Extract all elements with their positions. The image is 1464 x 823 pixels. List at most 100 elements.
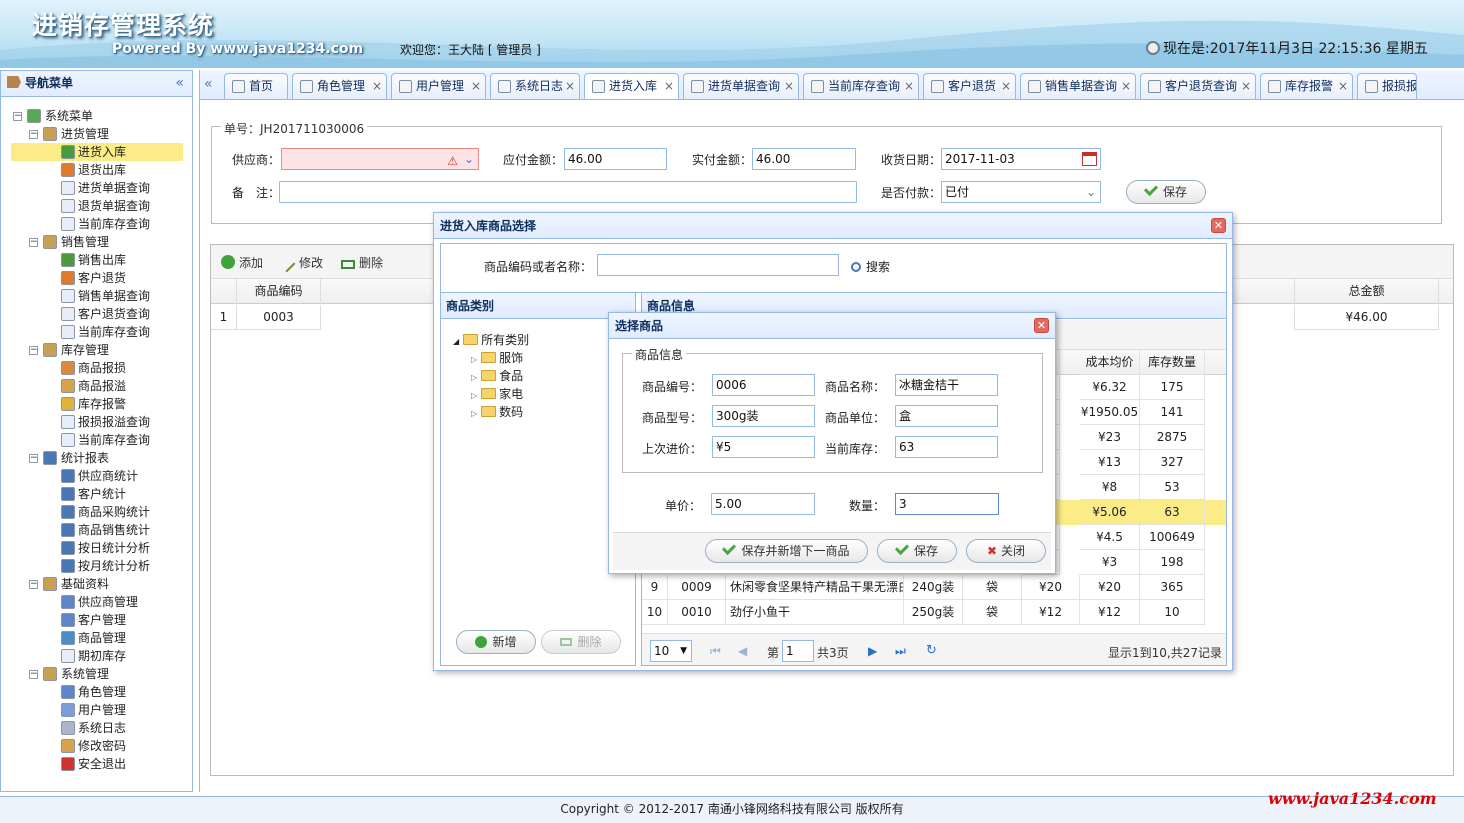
tab[interactable]: 首页 — [224, 73, 288, 99]
sidebar-item[interactable]: 客户退货 — [1, 269, 192, 287]
sidebar-item[interactable]: 供应商管理 — [1, 593, 192, 611]
grid-row-code[interactable]: 0003 — [237, 305, 321, 330]
sidebar-item[interactable]: 客户统计 — [1, 485, 192, 503]
tab-close-icon[interactable]: × — [471, 74, 481, 99]
sidebar-item[interactable]: 角色管理 — [1, 683, 192, 701]
tab-close-icon[interactable]: × — [784, 74, 794, 99]
calendar-icon[interactable] — [1082, 152, 1097, 166]
sidebar-item[interactable]: 销售出库 — [1, 251, 192, 269]
tree-expander-icon[interactable]: − — [29, 670, 38, 679]
price-input[interactable]: 5.00 — [711, 493, 815, 515]
sidebar-item[interactable]: − 进货管理 — [1, 125, 192, 143]
edit-button[interactable]: 修改 — [282, 254, 323, 273]
sidebar-item[interactable]: 进货入库 — [11, 143, 183, 161]
sidebar-item[interactable]: 客户退货查询 — [1, 305, 192, 323]
sidebar-item[interactable]: 当前库存查询 — [1, 431, 192, 449]
sidebar-item[interactable]: 进货单据查询 — [1, 179, 192, 197]
sidebar-item[interactable]: − 系统管理 — [1, 665, 192, 683]
remark-input[interactable] — [279, 181, 857, 203]
delete-button[interactable]: 删除 — [341, 254, 383, 271]
tab-close-icon[interactable]: × — [1338, 74, 1348, 99]
sidebar-item[interactable]: 修改密码 — [1, 737, 192, 755]
category-item[interactable]: ▷ 家电 — [453, 385, 529, 403]
grid-header-total[interactable]: 总金额 — [1294, 279, 1439, 304]
category-item[interactable]: ▷ 食品 — [453, 367, 529, 385]
tab-close-icon[interactable]: × — [1241, 74, 1251, 99]
tab[interactable]: 库存报警 × — [1260, 73, 1353, 99]
category-item[interactable]: ▷ 服饰 — [453, 349, 529, 367]
save-button[interactable]: 保存 — [877, 539, 957, 563]
goods-col-qty[interactable]: 库存数量 — [1140, 350, 1205, 375]
tree-expander-icon[interactable]: ▷ — [471, 409, 477, 418]
sidebar-item[interactable]: 库存报警 — [1, 395, 192, 413]
code-input[interactable]: 0006 — [712, 374, 815, 396]
sidebar-item[interactable]: 按月统计分析 — [1, 557, 192, 575]
tree-expander-icon[interactable]: ▷ — [471, 391, 477, 400]
page-size-select[interactable]: 10 ▼ — [650, 640, 692, 662]
sidebar-item[interactable]: 退货单据查询 — [1, 197, 192, 215]
tree-expander-icon[interactable]: − — [29, 346, 38, 355]
tab[interactable]: 系统日志 × — [490, 73, 580, 99]
delete-category-button[interactable]: 删除 — [541, 630, 621, 654]
search-input[interactable] — [597, 254, 839, 276]
paystatus-select[interactable]: 已付 ⌄ — [941, 181, 1101, 203]
goods-row[interactable]: 9 0009 休闲零食坚果特产精品干果无漂白 240g装袋 ¥20 ¥20 365 — [642, 575, 1226, 600]
tree-expander-icon[interactable]: ▷ — [471, 373, 477, 382]
name-input[interactable]: 冰糖金桔干 — [895, 374, 998, 396]
save-order-button[interactable]: 保存 — [1126, 180, 1206, 204]
close-icon[interactable]: ✕ — [1211, 218, 1226, 233]
grid-row-total[interactable]: ¥46.00 — [1294, 305, 1439, 330]
stock-input[interactable]: 63 — [895, 436, 998, 458]
next-page-icon[interactable]: ▶ — [868, 644, 877, 658]
sidebar-item[interactable]: 商品销售统计 — [1, 521, 192, 539]
goods-row[interactable]: 10 0010 劲仔小鱼干 250g装袋 ¥12 ¥12 10 — [642, 600, 1226, 625]
paid-input[interactable]: 46.00 — [752, 148, 856, 170]
add-category-button[interactable]: 新增 — [456, 630, 536, 654]
tab-close-icon[interactable]: × — [1001, 74, 1011, 99]
sidebar-item[interactable]: 商品采购统计 — [1, 503, 192, 521]
supplier-select[interactable]: ⚠ ⌄ — [281, 148, 479, 170]
goods-col-cost[interactable]: 成本均价 — [1080, 350, 1140, 375]
tab-close-icon[interactable]: × — [904, 74, 914, 99]
sidebar-item[interactable]: 商品报溢 — [1, 377, 192, 395]
tree-expander-icon[interactable]: − — [29, 130, 38, 139]
tabs-scroll-left-icon[interactable]: « — [204, 76, 213, 92]
last-page-icon[interactable]: ⏭ — [895, 644, 906, 659]
tree-expander-icon[interactable]: − — [29, 238, 38, 247]
sidebar-item[interactable]: − 统计报表 — [1, 449, 192, 467]
sidebar-item[interactable]: 系统日志 — [1, 719, 192, 737]
prev-page-icon[interactable]: ◀ — [738, 644, 747, 658]
tab-close-icon[interactable]: × — [565, 74, 575, 99]
tab[interactable]: 进货单据查询 × — [683, 73, 799, 99]
tab[interactable]: 当前库存查询 × — [803, 73, 919, 99]
sidebar-item[interactable]: 当前库存查询 — [1, 215, 192, 233]
tree-expander-icon[interactable]: − — [29, 580, 38, 589]
sidebar-item[interactable]: − 销售管理 — [1, 233, 192, 251]
page-input[interactable]: 1 — [782, 640, 814, 662]
model-input[interactable]: 300g装 — [712, 405, 815, 427]
qty-input[interactable]: 3 — [895, 493, 999, 515]
category-item[interactable]: ▷ 数码 — [453, 403, 529, 421]
tab[interactable]: 角色管理 × — [292, 73, 387, 99]
sidebar-item[interactable]: − 库存管理 — [1, 341, 192, 359]
tab[interactable]: 销售单据查询 × — [1020, 73, 1136, 99]
sidebar-item[interactable]: 客户管理 — [1, 611, 192, 629]
tab-close-icon[interactable]: × — [1121, 74, 1131, 99]
first-page-icon[interactable]: ⏮ — [710, 644, 721, 659]
tab-close-icon[interactable]: × — [372, 74, 382, 99]
tab-close-icon[interactable]: × — [664, 74, 674, 99]
sidebar-item[interactable]: − 系统菜单 — [1, 107, 192, 125]
tab[interactable]: 客户退货查询 × — [1140, 73, 1256, 99]
payable-input[interactable]: 46.00 — [564, 148, 667, 170]
sidebar-item[interactable]: − 基础资料 — [1, 575, 192, 593]
sidebar-item[interactable]: 期初库存 — [1, 647, 192, 665]
tab[interactable]: 用户管理 × — [391, 73, 486, 99]
close-icon[interactable]: ✕ — [1034, 318, 1049, 333]
sidebar-item[interactable]: 销售单据查询 — [1, 287, 192, 305]
category-root[interactable]: ◢ 所有类别 — [453, 331, 529, 349]
date-input[interactable]: 2017-11-03 — [941, 148, 1101, 170]
sidebar-item[interactable]: 按日统计分析 — [1, 539, 192, 557]
tab[interactable]: 报损报 — [1357, 73, 1417, 99]
tree-expander-icon[interactable]: − — [29, 454, 38, 463]
sidebar-item[interactable]: 退货出库 — [1, 161, 192, 179]
